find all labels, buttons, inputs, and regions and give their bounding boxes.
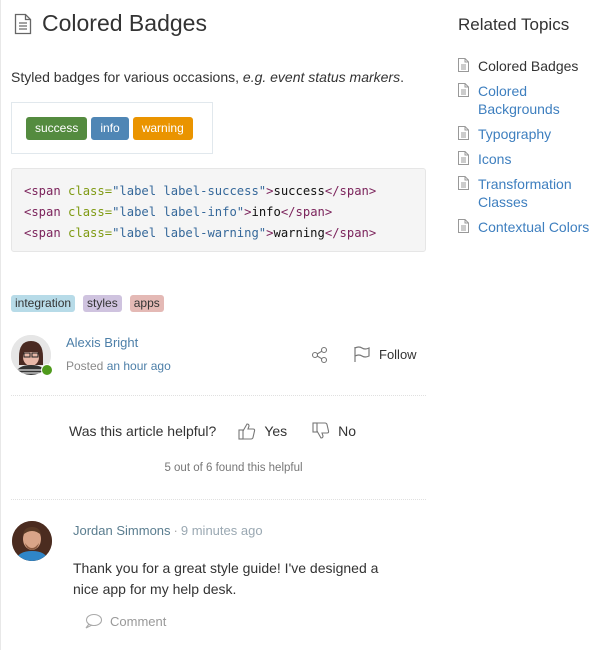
thumbs-up-icon: [238, 423, 256, 440]
posted-time: Posted an hour ago: [66, 359, 171, 373]
code-bracket: >: [266, 184, 274, 198]
badge-info: info: [91, 117, 129, 140]
code-string: "label label-info": [112, 205, 245, 219]
badge-warning: warning: [132, 117, 193, 140]
code-attr: class=: [60, 226, 113, 240]
helpful-summary: 5 out of 6 found this helpful: [164, 462, 303, 474]
feedback-row: Was this article helpful? Yes No: [69, 422, 381, 440]
article-intro: Styled badges for various occasions, e.g…: [11, 69, 404, 85]
sidebar-item-colored-backgrounds[interactable]: Colored Backgrounds: [458, 82, 589, 118]
code-close-tag: </span>: [324, 184, 377, 198]
intro-example: e.g. event status markers: [242, 69, 401, 85]
document-icon: [458, 83, 469, 97]
comment-meta: Jordan Simmons · 9 minutes ago: [73, 523, 263, 538]
badge-example-box: success info warning: [11, 102, 213, 154]
tag-styles[interactable]: styles: [83, 295, 122, 312]
sidebar-item-transformation-classes[interactable]: Transformation Classes: [458, 175, 589, 211]
article-header: Colored Badges: [11, 10, 207, 37]
follow-label: Follow: [379, 346, 417, 362]
code-string: "label label-success": [112, 184, 267, 198]
document-icon: [458, 126, 469, 140]
commenter-avatar-image: [12, 521, 52, 561]
code-attr: class=: [60, 205, 113, 219]
document-icon: [14, 13, 32, 34]
sidebar-title: Related Topics: [458, 15, 570, 34]
document-icon: [458, 58, 469, 72]
badge-success: success: [26, 117, 88, 140]
yes-label: Yes: [264, 423, 288, 439]
comment-author[interactable]: Jordan Simmons: [73, 523, 171, 538]
commenter-avatar[interactable]: [12, 521, 52, 561]
speech-bubble-icon: [85, 613, 102, 629]
code-line: <span class="label label-info">info</spa…: [24, 202, 413, 223]
comment-label: Comment: [110, 613, 167, 629]
sidebar-item-typography[interactable]: Typography: [458, 125, 589, 143]
comment-time: 9 minutes ago: [180, 523, 263, 538]
sidebar-item-colored-badges[interactable]: Colored Badges: [458, 57, 589, 75]
tag-list: integration styles apps: [11, 295, 164, 312]
online-status-icon: [41, 364, 53, 376]
code-string: "label label-warning": [112, 226, 267, 240]
code-open-tag: <span: [24, 184, 61, 198]
intro-end: .: [400, 69, 404, 85]
document-icon: [458, 176, 469, 190]
sidebar-item-label[interactable]: Icons: [478, 150, 511, 168]
sidebar-item-label[interactable]: Contextual Colors: [478, 218, 589, 236]
tag-apps[interactable]: apps: [129, 295, 164, 312]
tag-integration[interactable]: integration: [11, 295, 76, 312]
divider: [11, 395, 426, 396]
posted-prefix: Posted: [66, 359, 107, 373]
vote-no-button[interactable]: No: [312, 422, 356, 440]
sidebar-item-label[interactable]: Colored Backgrounds: [478, 82, 573, 118]
badge-list: success info warning: [26, 117, 193, 140]
no-label: No: [338, 423, 357, 439]
sidebar-item-label[interactable]: Transformation Classes: [478, 175, 578, 211]
related-topics-list: Colored Badges Colored Backgrounds Typog…: [458, 57, 589, 243]
code-line: <span class="label label-success">succes…: [24, 181, 413, 202]
code-block: <span class="label label-success">succes…: [11, 168, 426, 252]
share-icon[interactable]: [311, 346, 329, 364]
code-open-tag: <span: [24, 226, 61, 240]
sidebar-item-contextual-colors[interactable]: Contextual Colors: [458, 218, 589, 236]
code-line: <span class="label label-warning">warnin…: [24, 223, 413, 244]
meta-separator: ·: [173, 523, 178, 538]
comment-body: Thank you for a great style guide! I've …: [73, 560, 379, 597]
page-title: Colored Badges: [42, 10, 207, 36]
sidebar-item-label: Colored Badges: [478, 58, 579, 74]
sidebar-item-label[interactable]: Typography: [478, 125, 551, 143]
author-block: Alexis Bright Posted an hour ago Follow: [11, 332, 426, 378]
flag-icon: [354, 346, 370, 362]
code-text: warning: [273, 226, 325, 240]
comment-button[interactable]: Comment: [84, 613, 166, 629]
vote-yes-button[interactable]: Yes: [238, 422, 287, 440]
code-close-tag: </span>: [324, 226, 377, 240]
intro-text: Styled badges for various occasions,: [11, 69, 243, 85]
feedback-question: Was this article helpful?: [69, 423, 217, 439]
posted-time-link[interactable]: an hour ago: [107, 359, 171, 373]
code-bracket: >: [266, 226, 274, 240]
sidebar-item-icons[interactable]: Icons: [458, 150, 589, 168]
author-name[interactable]: Alexis Bright: [66, 335, 138, 350]
thumbs-down-icon: [312, 422, 330, 439]
document-icon: [458, 219, 469, 233]
page-edge: [0, 0, 1, 650]
divider: [11, 499, 426, 500]
code-text: info: [251, 205, 281, 219]
code-open-tag: <span: [24, 205, 61, 219]
code-text: success: [273, 184, 325, 198]
document-icon: [458, 151, 469, 165]
code-close-tag: </span>: [280, 205, 333, 219]
follow-button[interactable]: Follow: [353, 346, 417, 362]
code-attr: class=: [60, 184, 113, 198]
